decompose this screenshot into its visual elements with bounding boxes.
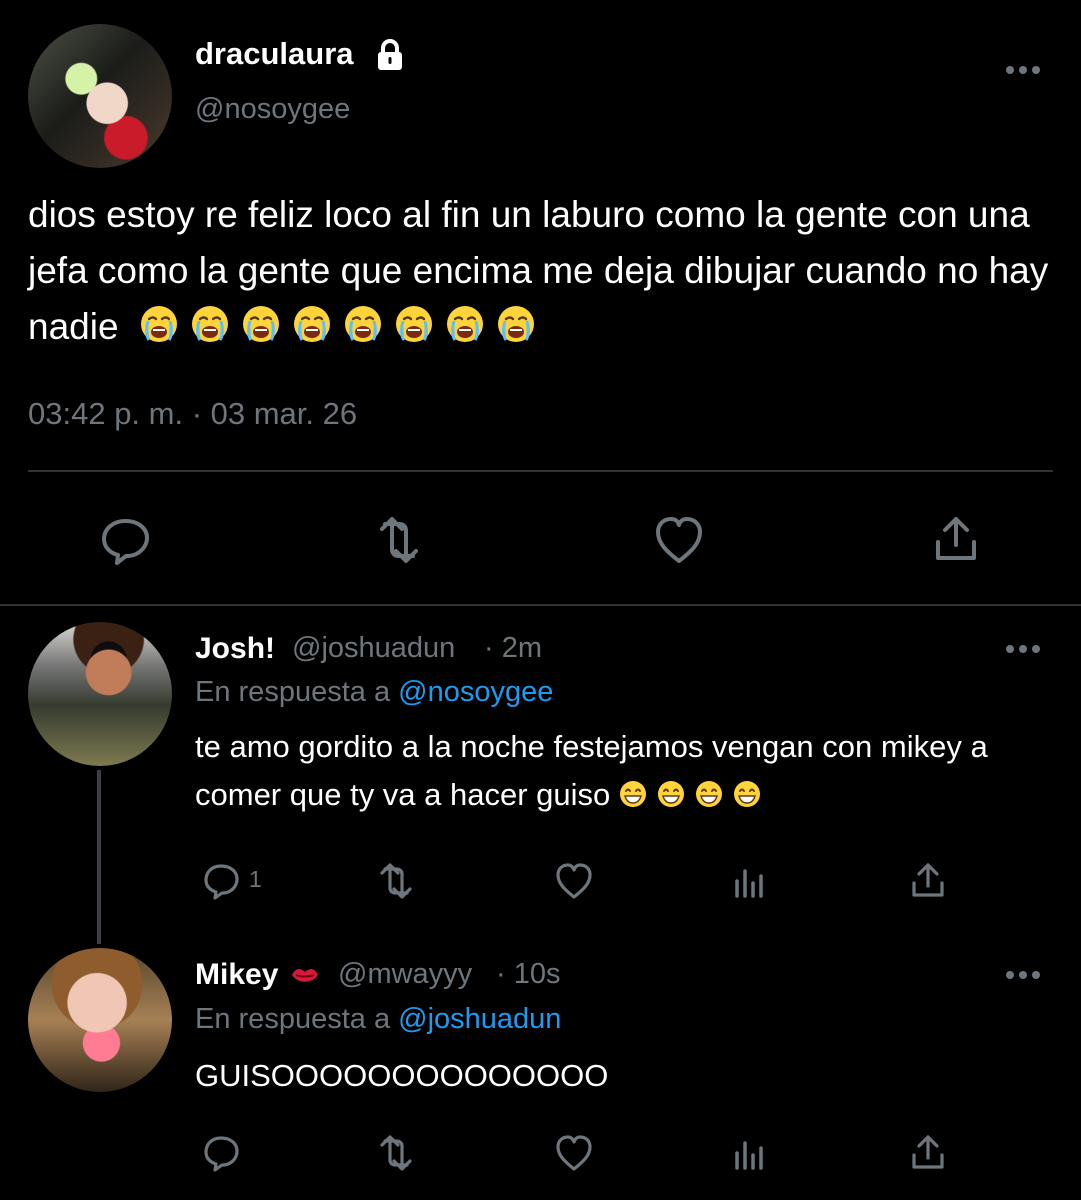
reply-author-name[interactable]: Mikey xyxy=(195,958,278,992)
author-handle[interactable]: @nosoygee xyxy=(195,93,350,126)
thread-line xyxy=(97,770,101,944)
reply-prefix: En respuesta a xyxy=(195,1003,391,1035)
reply-icon[interactable] xyxy=(199,1131,243,1175)
retweet-icon[interactable] xyxy=(374,1131,418,1175)
reply-prefix: En respuesta a xyxy=(195,676,391,708)
reply-text-content: te amo gordito a la noche festejamos ven… xyxy=(195,729,988,812)
loudly-crying-emoji-icon xyxy=(444,303,486,345)
loudly-crying-emoji-icon xyxy=(393,303,435,345)
draculaura-avatar[interactable] xyxy=(28,24,172,168)
josh-avatar[interactable] xyxy=(28,622,172,766)
mention-link[interactable]: @joshuadun xyxy=(398,1003,561,1035)
loudly-crying-emoji-icon xyxy=(291,303,333,345)
retweet-icon[interactable] xyxy=(374,859,418,903)
more-icon[interactable] xyxy=(1004,642,1042,656)
grinning-emoji-icon xyxy=(618,775,648,807)
author-name[interactable]: draculaura xyxy=(195,36,354,72)
analytics-icon[interactable] xyxy=(730,1131,774,1175)
reply-time: · 10s xyxy=(496,958,561,990)
loudly-crying-emoji-icon xyxy=(240,303,282,345)
loudly-crying-emoji-icon xyxy=(138,303,180,345)
loudly-crying-emoji-icon xyxy=(495,303,537,345)
mikey-avatar[interactable] xyxy=(28,948,172,1092)
tweet-timestamp[interactable]: 03:42 p. m. · 03 mar. 26 xyxy=(28,396,357,432)
lips-icon xyxy=(292,968,318,982)
tweet-divider xyxy=(28,470,1053,472)
loudly-crying-emoji-icon xyxy=(342,303,384,345)
more-icon[interactable] xyxy=(1004,968,1042,982)
heart-icon[interactable] xyxy=(552,859,596,903)
analytics-icon[interactable] xyxy=(730,859,774,903)
more-icon[interactable] xyxy=(1004,63,1042,77)
lock-icon xyxy=(378,39,402,70)
loudly-crying-emoji-icon xyxy=(189,303,231,345)
reply-count: 1 xyxy=(249,866,262,892)
share-icon[interactable] xyxy=(927,511,985,569)
grinning-emoji-icon xyxy=(732,775,762,807)
reply-text: GUISOOOOOOOOOOOOOO xyxy=(195,1058,609,1093)
reply-time: · 2m xyxy=(484,632,542,664)
share-icon[interactable] xyxy=(906,859,950,903)
mention-link[interactable]: @nosoygee xyxy=(398,676,553,708)
share-icon[interactable] xyxy=(906,1131,950,1175)
grinning-emoji-icon xyxy=(694,775,724,807)
replies-divider xyxy=(0,604,1081,606)
reply-author-handle[interactable]: @joshuadun xyxy=(292,632,455,665)
crying-emoji-row xyxy=(129,306,537,347)
reply-author-name[interactable]: Josh! xyxy=(195,632,275,666)
grin-emoji-row xyxy=(610,777,762,812)
reply-icon[interactable] xyxy=(199,859,243,903)
reply-author-handle[interactable]: @mwayyy xyxy=(338,958,472,991)
heart-icon[interactable] xyxy=(552,1131,596,1175)
reply-text: te amo gordito a la noche festejamos ven… xyxy=(195,723,1045,819)
tweet-text: dios estoy re feliz loco al fin un labur… xyxy=(28,187,1058,355)
reply-icon[interactable] xyxy=(96,511,154,569)
grinning-emoji-icon xyxy=(656,775,686,807)
heart-icon[interactable] xyxy=(650,511,708,569)
reply-context: En respuesta a @nosoygee xyxy=(195,676,553,709)
reply-context: En respuesta a @joshuadun xyxy=(195,1003,561,1036)
retweet-icon[interactable] xyxy=(370,511,428,569)
